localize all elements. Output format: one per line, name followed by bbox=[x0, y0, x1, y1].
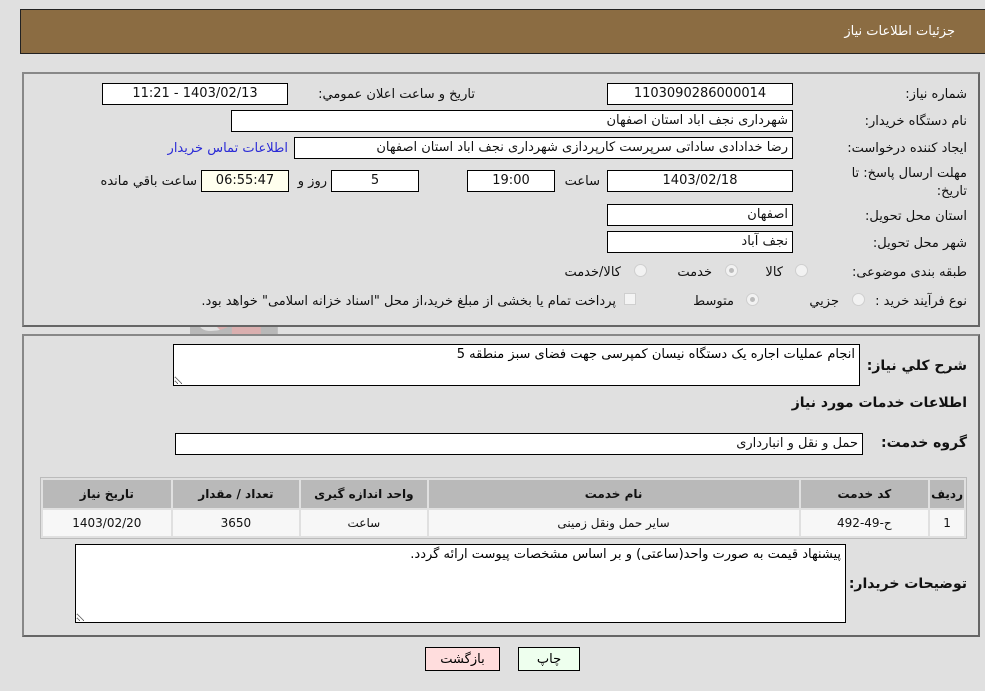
services-table: ردیف کد خدمت نام خدمت واحد اندازه گیری ت… bbox=[40, 477, 967, 539]
requester-field: رضا خدادادی ساداتی سرپرست کارپردازی شهرد… bbox=[294, 137, 793, 159]
cell-service-name: سایر حمل ونقل زمینی bbox=[428, 510, 799, 536]
cell-row-number: 1 bbox=[930, 510, 964, 536]
service-group-field: حمل و نقل و انبارداری bbox=[175, 433, 863, 455]
buyer-org-label: نام دستگاه خریدار: bbox=[864, 114, 967, 129]
category-label: طبقه بندی موضوعی: bbox=[851, 265, 967, 280]
buyer-org-field: شهرداری نجف اباد استان اصفهان bbox=[231, 110, 793, 132]
need-number-label: شماره نیاز: bbox=[905, 87, 967, 102]
category-option-goods: کالا bbox=[765, 265, 783, 280]
summary-label: شرح كلي نياز: bbox=[866, 358, 967, 374]
requester-label: ایجاد کننده درخواست: bbox=[847, 141, 967, 156]
delivery-province-label: استان محل تحویل: bbox=[865, 209, 967, 224]
col-quantity: تعداد / مقدار bbox=[172, 480, 300, 508]
cell-quantity: 3650 bbox=[172, 510, 300, 536]
deadline-label-line2: تاریخ: bbox=[936, 184, 967, 199]
buyer-notes-textarea[interactable]: پیشنهاد قیمت به صورت واحد(ساعتی) و بر اس… bbox=[75, 544, 846, 623]
category-radio-goods-service[interactable] bbox=[634, 264, 647, 277]
announce-datetime-field: 1403/02/13 - 11:21 bbox=[102, 83, 288, 105]
days-field: 5 bbox=[331, 170, 419, 192]
page-header: جزئیات اطلاعات نیاز bbox=[20, 9, 985, 54]
cell-need-date: 1403/02/20 bbox=[43, 510, 171, 536]
process-radio-minor[interactable] bbox=[852, 293, 865, 306]
announce-datetime-label: تاریخ و ساعت اعلان عمومي: bbox=[318, 87, 475, 102]
buyer-contact-link[interactable]: اطلاعات تماس خریدار bbox=[168, 141, 288, 156]
table-row: 1 ح-49-492 سایر حمل ونقل زمینی ساعت 3650… bbox=[43, 510, 964, 536]
services-heading: اطلاعات خدمات مورد نياز bbox=[791, 395, 967, 411]
col-service-name: نام خدمت bbox=[428, 480, 799, 508]
deadline-time-field: 19:00 bbox=[467, 170, 555, 192]
remaining-time-label: ساعت باقي مانده bbox=[100, 174, 197, 189]
delivery-province-field: اصفهان bbox=[607, 204, 793, 226]
service-group-label: گروه خدمت: bbox=[881, 435, 967, 451]
buyer-notes-label: توضیحات خریدار: bbox=[848, 576, 967, 592]
cell-unit: ساعت bbox=[301, 510, 427, 536]
table-header-row: ردیف کد خدمت نام خدمت واحد اندازه گیری ت… bbox=[43, 480, 964, 508]
category-option-service: خدمت bbox=[677, 265, 712, 280]
col-unit: واحد اندازه گیری bbox=[301, 480, 427, 508]
category-option-goods-service: کالا/خدمت bbox=[564, 265, 621, 280]
page-title: جزئیات اطلاعات نیاز bbox=[844, 24, 955, 39]
treasury-checkbox[interactable] bbox=[624, 293, 636, 305]
deadline-date-field: 1403/02/18 bbox=[607, 170, 793, 192]
category-radio-goods[interactable] bbox=[795, 264, 808, 277]
process-option-minor: جزیي bbox=[809, 294, 839, 309]
col-row-number: ردیف bbox=[930, 480, 964, 508]
process-option-medium: متوسط bbox=[693, 294, 734, 309]
col-service-code: کد خدمت bbox=[800, 480, 929, 508]
deadline-time-label: ساعت bbox=[564, 174, 600, 189]
purchase-process-label: نوع فرآیند خرید : bbox=[875, 294, 967, 309]
days-label: روز و bbox=[297, 174, 327, 189]
remaining-time-field: 06:55:47 bbox=[201, 170, 289, 192]
back-button[interactable]: بازگشت bbox=[425, 647, 500, 671]
process-radio-medium[interactable] bbox=[746, 293, 759, 306]
treasury-note: پرداخت تمام یا بخشی از مبلغ خرید،از محل … bbox=[201, 294, 616, 309]
category-radio-service[interactable] bbox=[725, 264, 738, 277]
cell-service-code: ح-49-492 bbox=[800, 510, 929, 536]
delivery-city-field: نجف آباد bbox=[607, 231, 793, 253]
deadline-label-line1: مهلت ارسال پاسخ: تا bbox=[851, 166, 967, 181]
summary-textarea[interactable]: انجام عملیات اجاره یک دستگاه نیسان کمپرس… bbox=[173, 344, 860, 386]
need-number-field: 1103090286000014 bbox=[607, 83, 793, 105]
delivery-city-label: شهر محل تحویل: bbox=[872, 236, 967, 251]
print-button[interactable]: چاپ bbox=[518, 647, 580, 671]
col-need-date: تاریخ نیاز bbox=[43, 480, 171, 508]
